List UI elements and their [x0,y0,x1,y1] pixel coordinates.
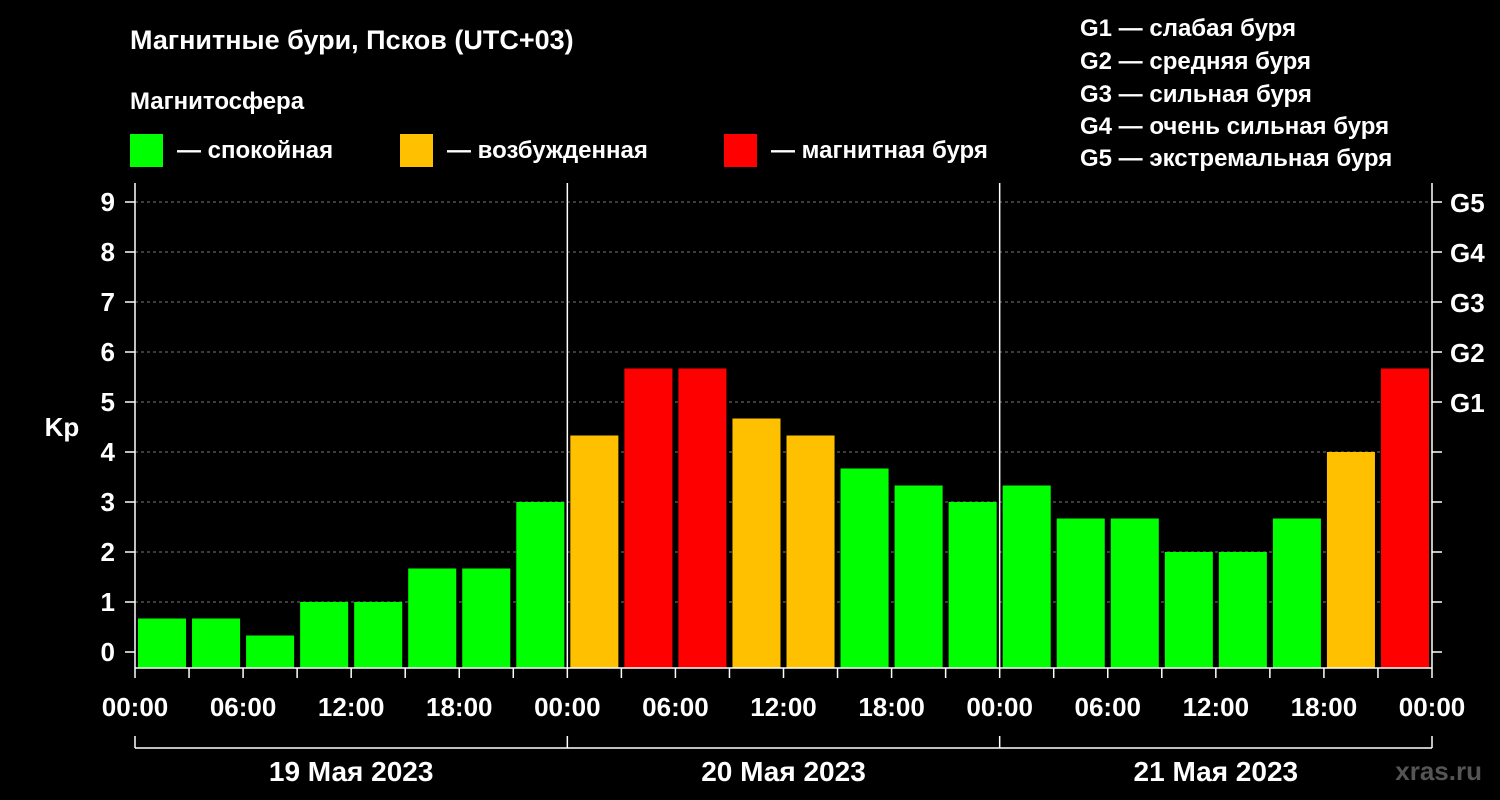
legend-label-quiet: — спокойная [177,137,333,164]
y-tick-label: 5 [101,387,115,417]
kp-bar [1110,518,1159,668]
kp-bar [192,618,241,668]
x-tick-label: 18:00 [858,692,925,722]
g-legend-g5: G5 — экстремальная буря [1080,145,1392,172]
kp-bar [408,568,457,668]
x-tick-label: 06:00 [1075,692,1142,722]
watermark: xras.ru [1395,756,1482,786]
y-tick-label: 8 [101,237,115,267]
legend-swatch-active [400,134,433,167]
day-label: 20 Мая 2023 [701,756,866,787]
x-tick-label: 18:00 [426,692,493,722]
kp-bar [300,602,349,668]
y-tick-label: 4 [101,437,116,467]
kp-bar [462,568,511,668]
x-tick-label: 12:00 [1183,692,1250,722]
g-legend-g2: G2 — средняя буря [1080,48,1311,75]
kp-bar [354,602,403,668]
y-tick-label: 2 [101,537,115,567]
x-tick-label: 00:00 [966,692,1033,722]
y-tick-label: 0 [101,637,115,667]
x-tick-label: 00:00 [102,692,169,722]
kp-bar [138,618,187,668]
kp-bar [1272,518,1321,668]
y-axis-label: Kp [45,412,80,442]
gridlines [135,201,1432,603]
g-tick-label: G5 [1450,188,1485,218]
x-tick-label: 00:00 [534,692,601,722]
kp-bar [1056,518,1105,668]
g-tick-label: G3 [1450,288,1485,318]
g-legend-g1: G1 — слабая буря [1080,15,1296,42]
kp-bar [840,468,889,668]
y-tick-label: 1 [101,587,115,617]
day-label: 21 Мая 2023 [1134,756,1299,787]
g-ticks: G1 G2 G3 G4 G5 [1432,188,1485,653]
kp-chart: Магнитные бури, Псков (UTC+03) Магнитосф… [45,15,1486,787]
legend-label-storm: — магнитная буря [771,137,988,164]
kp-bar [786,435,835,668]
g-legend-g3: G3 — сильная буря [1080,81,1312,108]
g-tick-label: G2 [1450,338,1485,368]
legend-swatch-storm [724,134,757,167]
legend-label-active: — возбужденная [447,137,648,164]
kp-bar [246,635,295,668]
x-tick-label: 00:00 [1399,692,1466,722]
legend-swatch-quiet [130,134,163,167]
chart-subtitle: Магнитосфера [130,88,305,115]
y-ticks: 0 1 2 3 4 5 6 7 8 9 [101,187,135,667]
g-tick-label: G1 [1450,388,1485,418]
kp-bar [570,435,619,668]
y-tick-label: 9 [101,187,115,217]
g-tick-label: G4 [1450,238,1485,268]
day-label: 19 Мая 2023 [269,756,434,787]
bars [138,368,1429,668]
day-labels: 19 Мая 2023 20 Мая 2023 21 Мая 2023 [134,736,1433,787]
x-tick-label: 12:00 [318,692,385,722]
kp-bar [1326,452,1375,668]
x-ticks: 00:00 06:00 12:00 18:00 00:00 06:00 12:00 18:00… [102,668,1466,722]
y-tick-label: 7 [101,287,115,317]
g-legend-g4: G4 — очень сильная буря [1080,113,1389,140]
kp-bar [1002,485,1051,668]
chart-title: Магнитные бури, Псков (UTC+03) [130,25,574,55]
kp-bar [1164,552,1213,668]
kp-bar [894,485,943,668]
x-tick-label: 12:00 [750,692,817,722]
kp-bar [516,502,565,668]
kp-bar [624,368,673,668]
y-tick-label: 3 [101,487,115,517]
kp-bar [1218,552,1267,668]
kp-bar [678,368,727,668]
color-legend: — спокойная — возбужденная — магнитная б… [130,134,988,167]
y-tick-label: 6 [101,337,115,367]
kp-bar [948,502,997,668]
x-tick-label: 06:00 [642,692,709,722]
x-tick-label: 18:00 [1291,692,1358,722]
kp-bar [1380,368,1429,668]
kp-bar [732,418,781,668]
x-tick-label: 06:00 [210,692,277,722]
g-scale-legend: G1 — слабая буря G2 — средняя буря G3 — … [1080,15,1392,172]
